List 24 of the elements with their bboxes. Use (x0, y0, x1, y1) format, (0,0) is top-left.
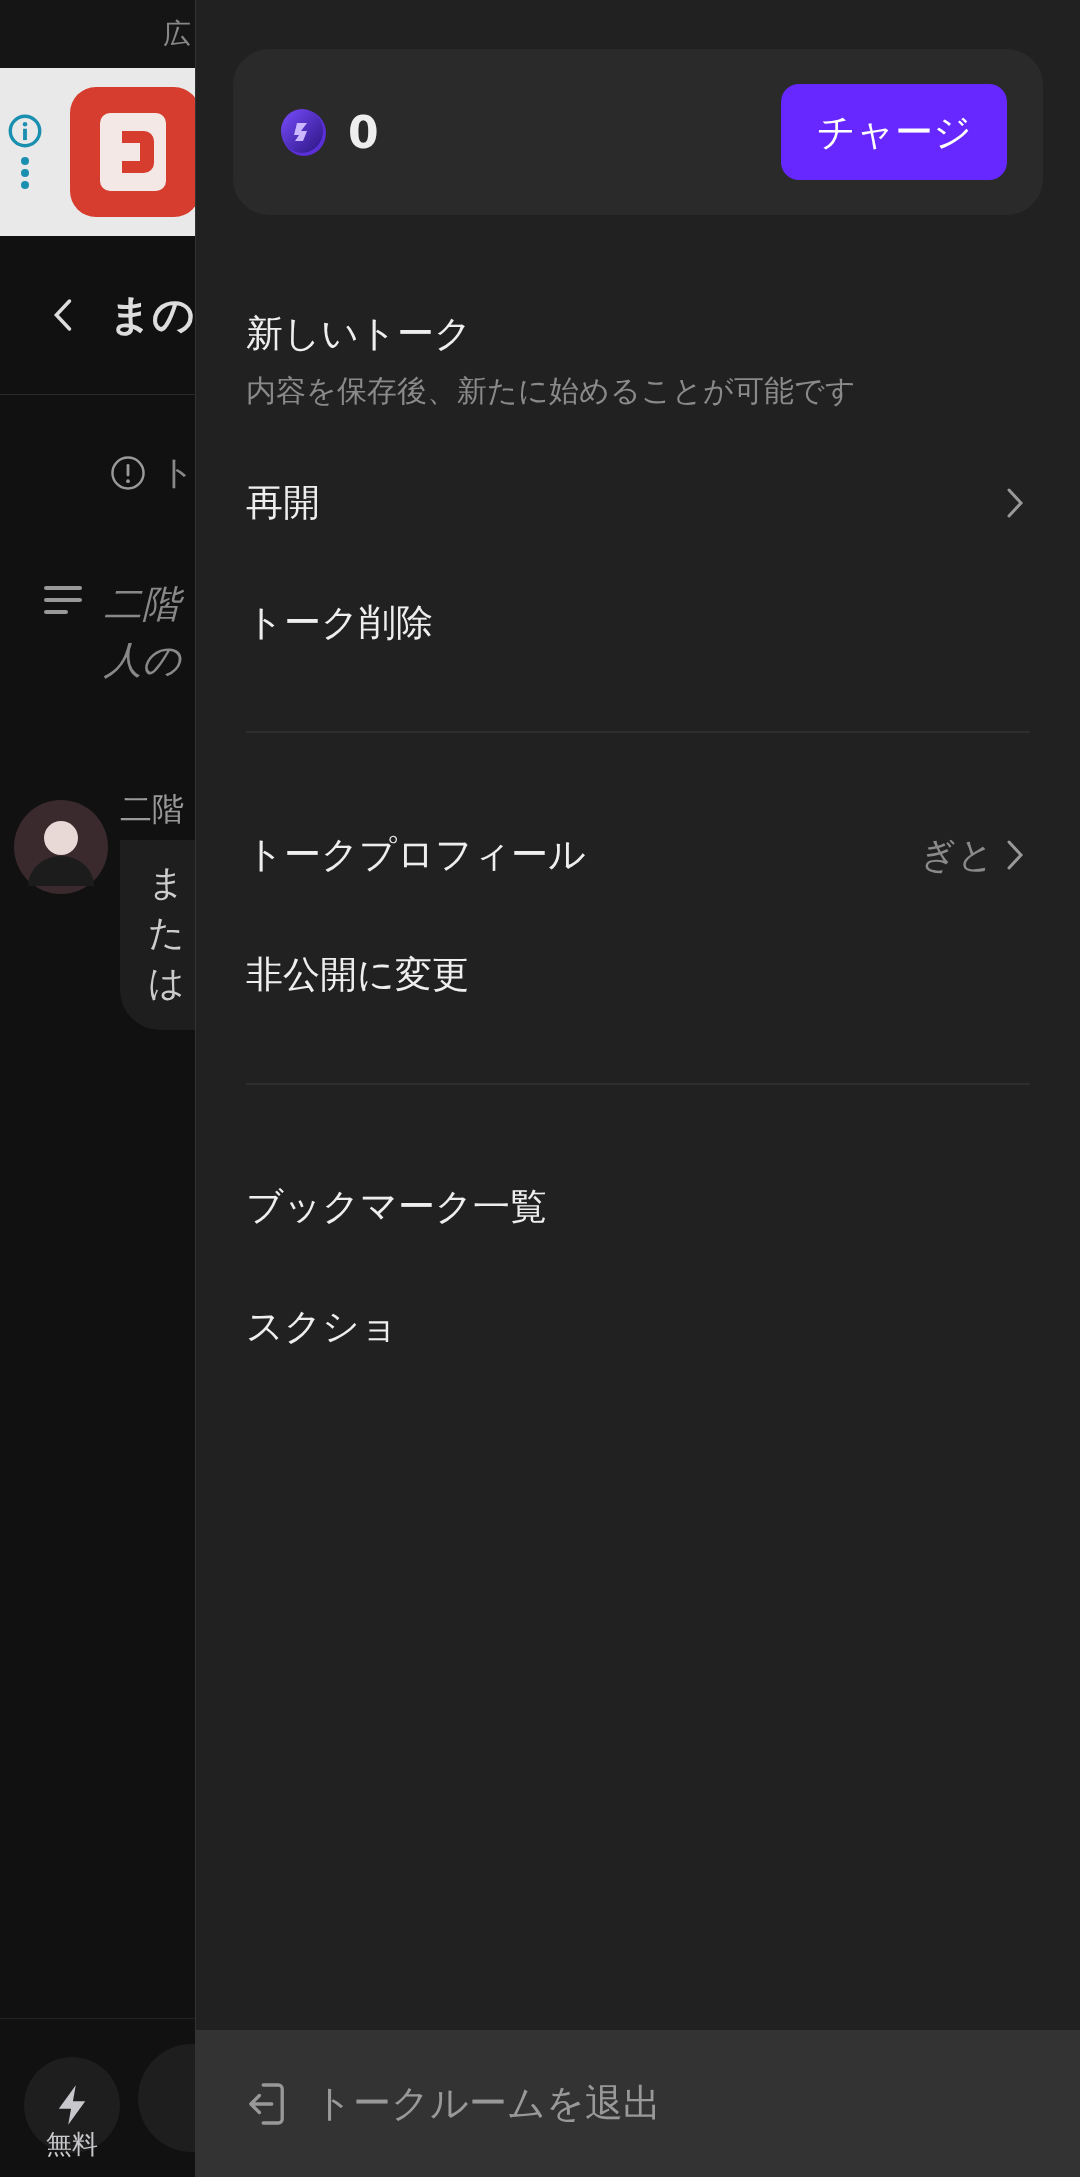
menu-item[interactable]: トークプロフィール ぎと (196, 795, 1080, 915)
exit-icon (248, 2081, 286, 2126)
exit-room-button[interactable]: トークルームを退出 (196, 2030, 1080, 2177)
description-text: 人の (104, 637, 181, 684)
menu-item[interactable]: 再開 (196, 443, 1080, 563)
ad-banner[interactable] (0, 68, 195, 236)
app-logo-icon (70, 87, 195, 217)
menu-item[interactable]: トーク削除 (196, 563, 1080, 683)
menu-item[interactable]: スクショ (196, 1267, 1080, 1387)
sender-name: 二階 (120, 789, 185, 830)
coin-icon (278, 107, 328, 157)
charge-button[interactable]: チャージ (781, 84, 1007, 180)
menu-item[interactable]: 新しいトーク 内容を保存後、新たに始めることが可能です (196, 277, 1080, 443)
message-bubble: ま た は (120, 840, 195, 1030)
menu-item[interactable]: ブックマーク一覧 (196, 1147, 1080, 1267)
chat-title: まの (109, 289, 195, 341)
info-icon[interactable] (8, 114, 42, 148)
menu-item[interactable]: 非公開に変更 (196, 915, 1080, 1035)
more-icon[interactable] (20, 156, 30, 190)
avatar-icon[interactable] (14, 800, 108, 894)
coin-balance: 0 (348, 106, 379, 158)
ad-label: 広 (163, 16, 191, 52)
notice-text: ト (160, 451, 195, 494)
description-icon (44, 586, 84, 614)
